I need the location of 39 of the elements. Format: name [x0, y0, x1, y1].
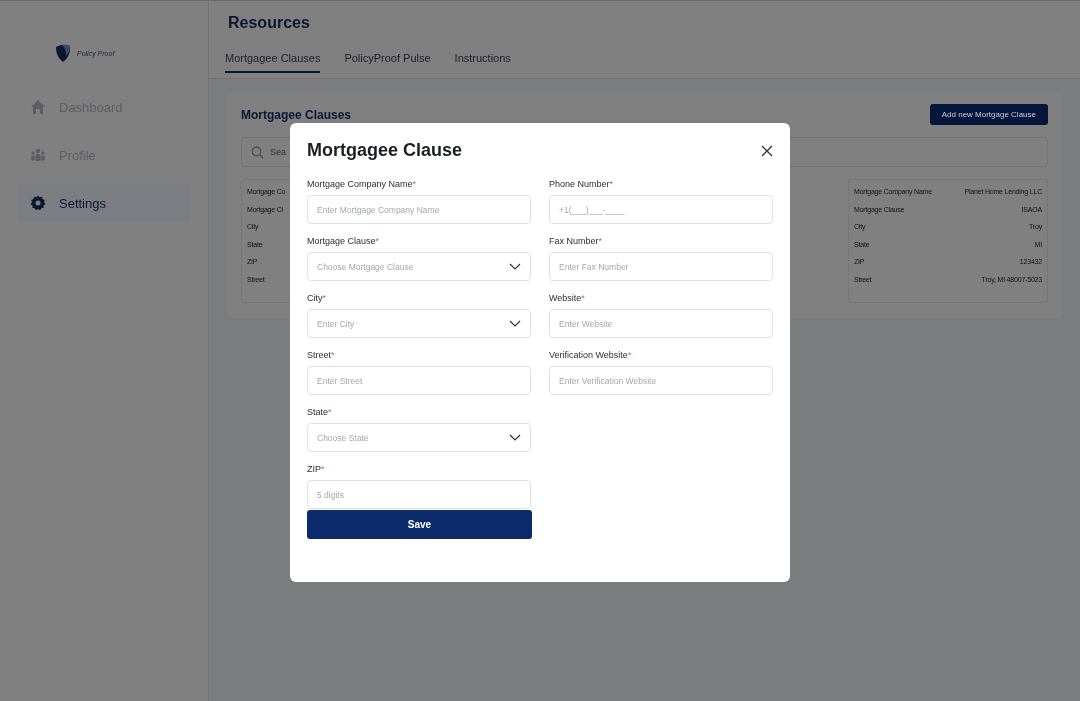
- field-label: City*: [307, 293, 327, 303]
- chevron-down-icon: [509, 263, 521, 270]
- input-field[interactable]: Enter Street: [307, 366, 531, 395]
- input-field[interactable]: Enter Fax Number: [549, 252, 773, 281]
- page-title: Resources: [228, 14, 311, 33]
- select-field[interactable]: Choose Mortgage Clause: [307, 252, 531, 281]
- select-field[interactable]: Enter City: [307, 309, 531, 338]
- close-icon: [761, 144, 773, 157]
- tab[interactable]: PolicyProof Pulse: [344, 52, 431, 73]
- input-field[interactable]: Enter Verification Website: [549, 366, 773, 395]
- field-label: ZIP*: [307, 464, 326, 474]
- search-icon: [251, 145, 264, 159]
- chevron-down-icon: [509, 434, 521, 441]
- panel-title: Mortgagee Clauses: [241, 107, 352, 122]
- input-field[interactable]: Enter Website: [549, 309, 773, 338]
- home-icon: [30, 99, 46, 115]
- field-label: Street*: [307, 350, 336, 360]
- field-label: State*: [307, 407, 333, 417]
- tab[interactable]: Mortgagee Clauses: [225, 52, 321, 73]
- field-label: Verification Website*: [549, 350, 633, 360]
- add-button[interactable]: Add new Mortgage Clause: [929, 104, 1048, 125]
- field-label: Website*: [549, 293, 586, 303]
- sidebar-item[interactable]: Settings: [18, 184, 190, 222]
- shield-logo-icon: [53, 43, 73, 63]
- select-field[interactable]: Choose State: [307, 423, 531, 452]
- close-button[interactable]: [761, 144, 773, 157]
- save-button[interactable]: Save: [307, 510, 532, 539]
- chevron-down-icon: [509, 320, 521, 327]
- input-field[interactable]: 5 digits: [307, 480, 531, 509]
- tab[interactable]: Instructions: [454, 52, 511, 73]
- field-label: Fax Number*: [549, 236, 604, 246]
- gear-icon: [30, 195, 46, 211]
- modal-title: Mortgagee Clause: [307, 140, 463, 161]
- input-field[interactable]: Enter Mortgage Company Name: [307, 195, 531, 224]
- people-icon: [30, 147, 46, 163]
- field-label: Phone Number*: [549, 179, 615, 189]
- input-field[interactable]: +1(___)___-____: [549, 195, 773, 224]
- field-label: Mortgage Clause*: [307, 236, 381, 246]
- field-label: Mortgage Company Name*: [307, 179, 418, 189]
